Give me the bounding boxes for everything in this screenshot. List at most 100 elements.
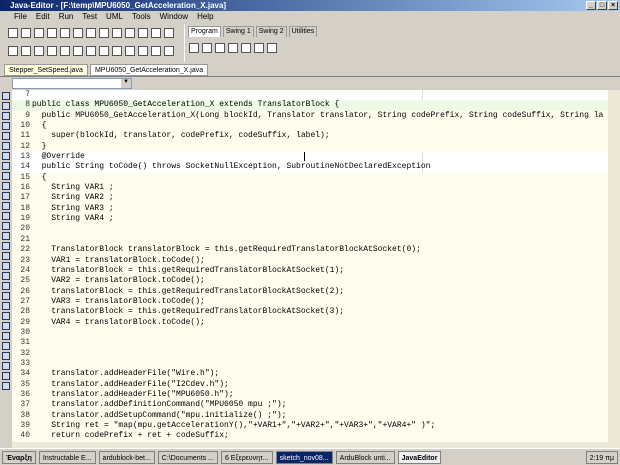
structure-icon[interactable]: [2, 302, 10, 310]
menu-file[interactable]: File: [14, 11, 27, 23]
toolbar-icon[interactable]: [125, 46, 135, 56]
toolbar-icon[interactable]: [138, 28, 148, 38]
file-tab[interactable]: Stepper_SetSpeed.java: [4, 64, 88, 76]
toolbar-icon[interactable]: [151, 28, 161, 38]
toolbar-icon[interactable]: [86, 46, 96, 56]
structure-icon[interactable]: [2, 242, 10, 250]
code-line[interactable]: 15 {: [12, 172, 608, 184]
structure-icon[interactable]: [2, 372, 10, 380]
structure-icon[interactable]: [2, 282, 10, 290]
structure-icon[interactable]: [2, 362, 10, 370]
toolbar-icon[interactable]: [99, 46, 109, 56]
toolbar-icon[interactable]: [86, 28, 96, 38]
structure-icon[interactable]: [2, 142, 10, 150]
structure-icon[interactable]: [2, 332, 10, 340]
taskbar-item[interactable]: ardublock-bet...: [98, 450, 155, 464]
structure-icon[interactable]: [2, 352, 10, 360]
structure-icon[interactable]: [2, 152, 10, 160]
code-line[interactable]: 39 String ret = "map(mpu.getAcceleration…: [12, 421, 608, 432]
palette-component-icon[interactable]: [241, 43, 251, 53]
code-line[interactable]: 16 String VAR1 ;: [12, 183, 608, 194]
close-button[interactable]: ×: [608, 1, 618, 10]
toolbar-icon[interactable]: [99, 28, 109, 38]
code-line[interactable]: 9 public MPU6050_GetAcceleration_X(Long …: [12, 110, 608, 122]
structure-icon[interactable]: [2, 182, 10, 190]
code-line[interactable]: 40 return codePrefix + ret + codeSuffix;: [12, 431, 608, 442]
structure-icon[interactable]: [2, 222, 10, 230]
tab-program[interactable]: Program: [188, 26, 221, 37]
minimize-button[interactable]: _: [586, 1, 596, 10]
taskbar-item[interactable]: C:\Documents ...: [157, 450, 218, 464]
code-line[interactable]: 29 VAR4 = translatorBlock.toCode();: [12, 317, 608, 328]
toolbar-icon[interactable]: [21, 28, 31, 38]
menu-test[interactable]: Test: [82, 11, 97, 23]
toolbar-icon[interactable]: [47, 28, 57, 38]
structure-icon[interactable]: [2, 312, 10, 320]
code-line[interactable]: 7: [12, 90, 608, 100]
structure-icon[interactable]: [2, 382, 10, 390]
code-line[interactable]: 22 TranslatorBlock translatorBlock = thi…: [12, 245, 608, 256]
structure-icon[interactable]: [2, 232, 10, 240]
toolbar-icon[interactable]: [34, 28, 44, 38]
structure-icon[interactable]: [2, 252, 10, 260]
toolbar-icon[interactable]: [21, 46, 31, 56]
code-line[interactable]: 8 public class MPU6050_GetAcceleration_X …: [12, 100, 608, 111]
menu-uml[interactable]: UML: [106, 11, 123, 23]
code-line[interactable]: 17 String VAR2 ;: [12, 193, 608, 204]
structure-icon[interactable]: [2, 342, 10, 350]
toolbar-icon[interactable]: [112, 28, 122, 38]
code-line[interactable]: 38 translator.addSetupCommand("mpu.initi…: [12, 410, 608, 421]
toolbar-icon[interactable]: [73, 46, 83, 56]
structure-icon[interactable]: [2, 272, 10, 280]
palette-component-icon[interactable]: [215, 43, 225, 53]
code-line[interactable]: 31: [12, 338, 608, 349]
palette-component-icon[interactable]: [267, 43, 277, 53]
structure-icon[interactable]: [2, 212, 10, 220]
structure-icon[interactable]: [2, 192, 10, 200]
code-line[interactable]: 24 translatorBlock = this.getRequiredTra…: [12, 265, 608, 277]
structure-icon[interactable]: [2, 262, 10, 270]
structure-icon[interactable]: [2, 202, 10, 210]
code-line[interactable]: 34 translator.addHeaderFile("Wire.h");: [12, 369, 608, 380]
start-button[interactable]: Έναρξη: [2, 450, 36, 464]
maximize-button[interactable]: □: [597, 1, 607, 10]
code-line[interactable]: 18 String VAR3 ;: [12, 203, 608, 215]
code-line[interactable]: 23 VAR1 = translatorBlock.toCode();: [12, 255, 608, 266]
code-line[interactable]: 12 }: [12, 141, 608, 153]
taskbar-item[interactable]: sketch_nov08...: [275, 450, 333, 464]
toolbar-icon[interactable]: [34, 46, 44, 56]
toolbar-icon[interactable]: [125, 28, 135, 38]
file-tab[interactable]: MPU6050_GetAcceleration_X.java: [89, 64, 209, 76]
toolbar-icon[interactable]: [60, 28, 70, 38]
structure-icon[interactable]: [2, 132, 10, 140]
code-editor[interactable]: 7 8 public class MPU6050_GetAcceleration_X…: [12, 90, 608, 442]
class-combobox[interactable]: ▼: [12, 78, 132, 89]
structure-icon[interactable]: [2, 322, 10, 330]
palette-component-icon[interactable]: [254, 43, 264, 53]
structure-icon[interactable]: [2, 112, 10, 120]
code-line[interactable]: 37 translator.addDefinitionCommand("MPU6…: [12, 400, 608, 411]
code-line[interactable]: 10 {: [12, 121, 608, 132]
taskbar-item[interactable]: 6 Εξερευνητ...: [220, 450, 273, 464]
toolbar-icon[interactable]: [8, 28, 18, 38]
code-line[interactable]: 35 translator.addHeaderFile("I2Cdev.h");: [12, 379, 608, 390]
code-line[interactable]: 13 @Override: [12, 152, 608, 162]
tab-swing-1[interactable]: Swing 1: [222, 26, 254, 37]
menu-edit[interactable]: Edit: [36, 11, 50, 23]
code-line[interactable]: 32: [12, 348, 608, 359]
toolbar-icon[interactable]: [151, 46, 161, 56]
toolbar-icon[interactable]: [8, 46, 18, 56]
code-line[interactable]: 30: [12, 327, 608, 339]
code-line[interactable]: 19 String VAR4 ;: [12, 214, 608, 225]
code-line[interactable]: 14 public String toCode() throws SocketN…: [12, 162, 608, 172]
menu-tools[interactable]: Tools: [132, 11, 151, 23]
menu-help[interactable]: Help: [197, 11, 213, 23]
structure-icon[interactable]: [2, 172, 10, 180]
menu-run[interactable]: Run: [59, 11, 74, 23]
chevron-down-icon[interactable]: ▼: [121, 79, 131, 88]
toolbar-icon[interactable]: [138, 46, 148, 56]
code-line[interactable]: 11 super(blockId, translator, codePrefix…: [12, 131, 608, 142]
taskbar-item[interactable]: ArduBlock unti...: [335, 450, 395, 464]
toolbar-icon[interactable]: [164, 46, 174, 56]
structure-icon[interactable]: [2, 162, 10, 170]
